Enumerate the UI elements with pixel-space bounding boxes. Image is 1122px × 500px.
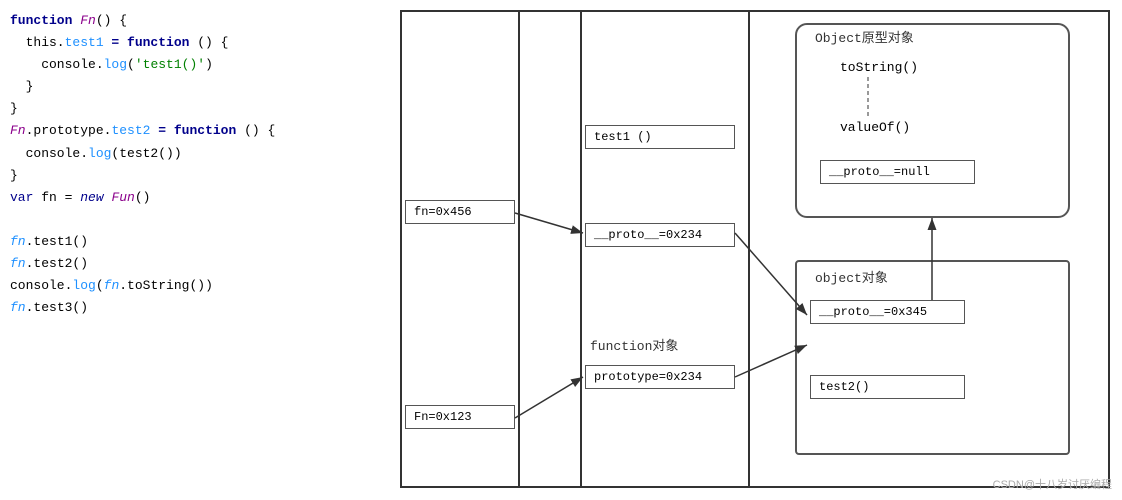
code-line-l11: fn.test1() <box>10 231 360 253</box>
diagram-area: fn=0x456 Fn=0x123 test1 () __proto__=0x2… <box>370 5 1120 495</box>
prototype234-box: prototype=0x234 <box>585 365 735 389</box>
function-label: function对象 <box>590 335 678 354</box>
proto234-box: __proto__=0x234 <box>585 223 735 247</box>
test1-box: test1 () <box>585 125 735 149</box>
code-line-l13: console.log(fn.toString()) <box>10 275 360 297</box>
col-mid-box <box>580 10 750 488</box>
object-proto-title: Object原型对象 <box>815 27 914 46</box>
fn123-label: Fn=0x123 <box>414 410 472 424</box>
test1-label: test1 () <box>594 130 652 144</box>
code-line-l3: console.log('test1()') <box>10 54 360 76</box>
proto345-box: __proto__=0x345 <box>810 300 965 324</box>
test2-label: test2() <box>819 380 869 394</box>
fn456-box: fn=0x456 <box>405 200 515 224</box>
code-line-l9: var fn = new Fun() <box>10 187 360 209</box>
prototype234-label: prototype=0x234 <box>594 370 702 384</box>
object-proto-box <box>795 23 1070 218</box>
tostring-label: toString() <box>840 60 918 75</box>
watermark: CSDN@十八岁讨厌编程 <box>993 476 1112 492</box>
code-line-l7: console.log(test2()) <box>10 143 360 165</box>
test2-box: test2() <box>810 375 965 399</box>
proto345-label: __proto__=0x345 <box>819 305 927 319</box>
fn123-box: Fn=0x123 <box>405 405 515 429</box>
valueof-label: valueOf() <box>840 120 910 135</box>
object-obj-title: object对象 <box>815 267 888 286</box>
proto-null-label: __proto__=null <box>829 165 930 179</box>
code-line-l1: function Fn() { <box>10 10 360 32</box>
proto-null-box: __proto__=null <box>820 160 975 184</box>
code-line-l4: } <box>10 76 360 98</box>
proto234-label: __proto__=0x234 <box>594 228 702 242</box>
code-line-l12: fn.test2() <box>10 253 360 275</box>
code-line-l8: } <box>10 165 360 187</box>
code-panel: function Fn() { this.test1 = function ()… <box>0 0 370 500</box>
code-line-l14: fn.test3() <box>10 297 360 319</box>
code-line-l10 <box>10 209 360 231</box>
code-line-l2: this.test1 = function () { <box>10 32 360 54</box>
fn456-label: fn=0x456 <box>414 205 472 219</box>
code-line-l5: } <box>10 98 360 120</box>
object-obj-box <box>795 260 1070 455</box>
code-line-l6: Fn.prototype.test2 = function () { <box>10 120 360 142</box>
